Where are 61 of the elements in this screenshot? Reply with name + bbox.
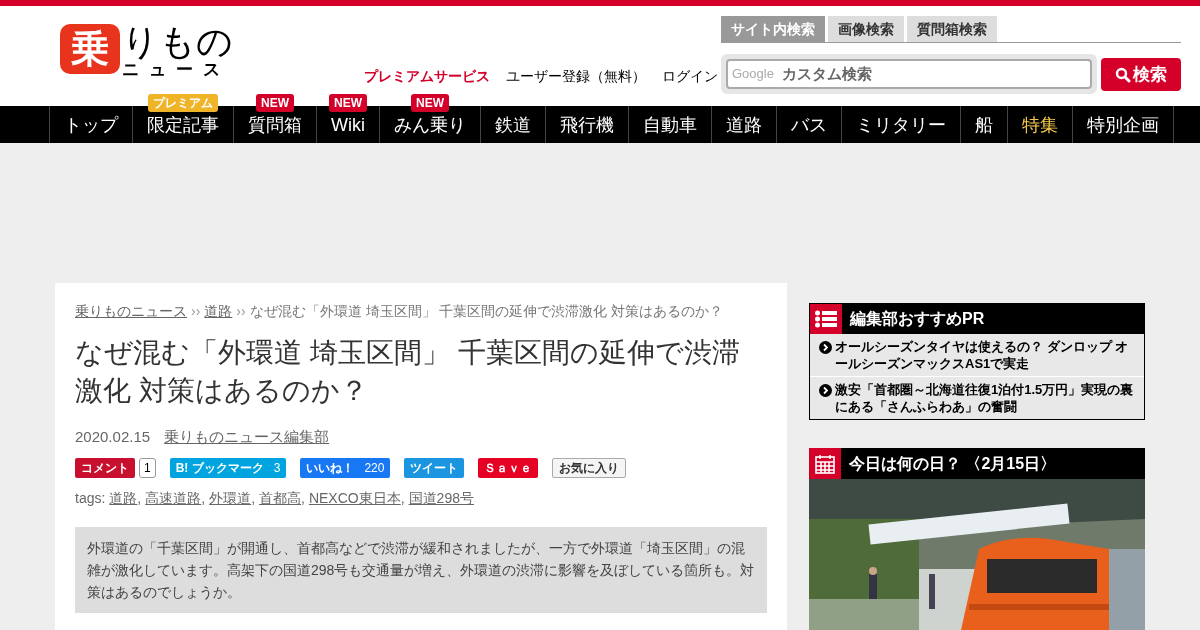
tag-separator: , — [301, 488, 305, 508]
breadcrumb-link[interactable]: 乗りものニュース — [75, 301, 187, 322]
tag-link[interactable]: 首都高 — [259, 487, 302, 509]
breadcrumb-separator: ›› — [191, 302, 201, 321]
calendar-icon — [815, 453, 835, 474]
google-label: Google — [732, 65, 774, 84]
breadcrumb-current: なぜ混む「外環道 埼玉区間」 千葉区間の延伸で渋滞激化 対策はあるのか？ — [249, 302, 724, 321]
search-icon — [1115, 66, 1131, 83]
tag-link[interactable]: 高速道路 — [145, 487, 202, 509]
article-lead: 外環道の「千葉区間」が開通し、首都高などで渋滞が緩和されましたが、一方で外環道「埼玉区間」の混雑が激化しています。高架下の国道298号も交通量が増え、外環道の渋滞に影響を及ぼしている箇所も。対策はあるのでしょうか。 — [75, 526, 767, 613]
nav-item[interactable]: トップ — [50, 112, 132, 143]
nav-badge: NEW — [256, 94, 294, 112]
nav-item[interactable]: みん乗り — [380, 112, 480, 143]
nav-item[interactable]: 限定記事 — [133, 112, 233, 143]
search-tab[interactable]: 画像検索 — [828, 16, 904, 42]
tag-separator: , — [137, 488, 142, 508]
nav-badge: プレミアム — [148, 94, 218, 112]
nav-item[interactable]: 自動車 — [629, 112, 711, 143]
tag-link[interactable]: 道路 — [109, 487, 138, 509]
list-icon — [815, 310, 837, 328]
share-button[interactable]: Ｓａｖｅ — [478, 457, 539, 478]
nav-item[interactable]: 鉄道 — [481, 112, 545, 143]
tag-link[interactable]: NEXCO東日本 — [308, 487, 401, 509]
panel-title: 編集部おすすめPR — [850, 309, 985, 329]
search-button[interactable]: 検索 — [1101, 58, 1181, 91]
search-input[interactable]: カスタム検索 — [781, 62, 1086, 86]
tags-label: tags: — [75, 488, 106, 508]
pr-link[interactable]: 激安「首都圏～北海道往復1泊付1.5万円」実現の裏にある「さんふらわあ」の奮闘 — [810, 376, 1144, 419]
nav-item[interactable]: 特別企画 — [1073, 112, 1173, 143]
header-link[interactable]: ログイン — [662, 66, 718, 87]
tag-link[interactable]: 外環道 — [209, 487, 252, 509]
article-date: 2020.02.15 — [75, 427, 151, 447]
tag-separator: , — [201, 488, 206, 508]
comment-count: 1 — [139, 457, 156, 478]
breadcrumb-separator: ›› — [236, 302, 246, 321]
share-button[interactable]: いいね！ 220 — [300, 457, 391, 478]
pr-link[interactable]: オールシーズンタイヤは使えるの？ ダンロップ オールシーズンマックスAS1で実走 — [810, 334, 1144, 376]
nav-item[interactable]: 道路 — [712, 112, 776, 143]
chevron-circle-icon — [819, 384, 832, 397]
share-button[interactable]: コメント — [75, 457, 135, 478]
tag-separator: , — [400, 488, 405, 508]
tag-link[interactable]: 国道298号 — [408, 487, 474, 509]
nav-item[interactable]: 質問箱 — [234, 112, 316, 143]
nav-item[interactable]: Wiki — [317, 112, 379, 143]
article-title: なぜ混む「外環道 埼玉区間」 千葉区間の延伸で渋滞激化 対策はあるのか？ — [75, 336, 741, 408]
nav-item[interactable]: ミリタリー — [842, 112, 960, 143]
nav-badge: NEW — [411, 94, 449, 112]
tag-separator: , — [251, 488, 256, 508]
nav-item[interactable]: バス — [777, 112, 841, 143]
search-tab[interactable]: 質問箱検索 — [907, 16, 997, 42]
share-button[interactable]: お気に入り — [552, 457, 627, 478]
nav-badge: NEW — [329, 94, 367, 112]
nav-item[interactable]: 特集 — [1008, 112, 1072, 143]
nav-item[interactable]: 飛行機 — [546, 112, 628, 143]
header-link[interactable]: ユーザー登録（無料） — [506, 66, 646, 87]
header-link[interactable]: プレミアムサービス — [364, 66, 490, 87]
chevron-circle-icon — [819, 341, 832, 354]
breadcrumb-link[interactable]: 道路 — [204, 301, 233, 322]
nav-item[interactable]: 船 — [961, 112, 1007, 143]
panel-title: 今日は何の日？ 〈2月15日〉 — [849, 453, 1057, 474]
author-link[interactable]: 乗りものニュース編集部 — [164, 426, 330, 449]
